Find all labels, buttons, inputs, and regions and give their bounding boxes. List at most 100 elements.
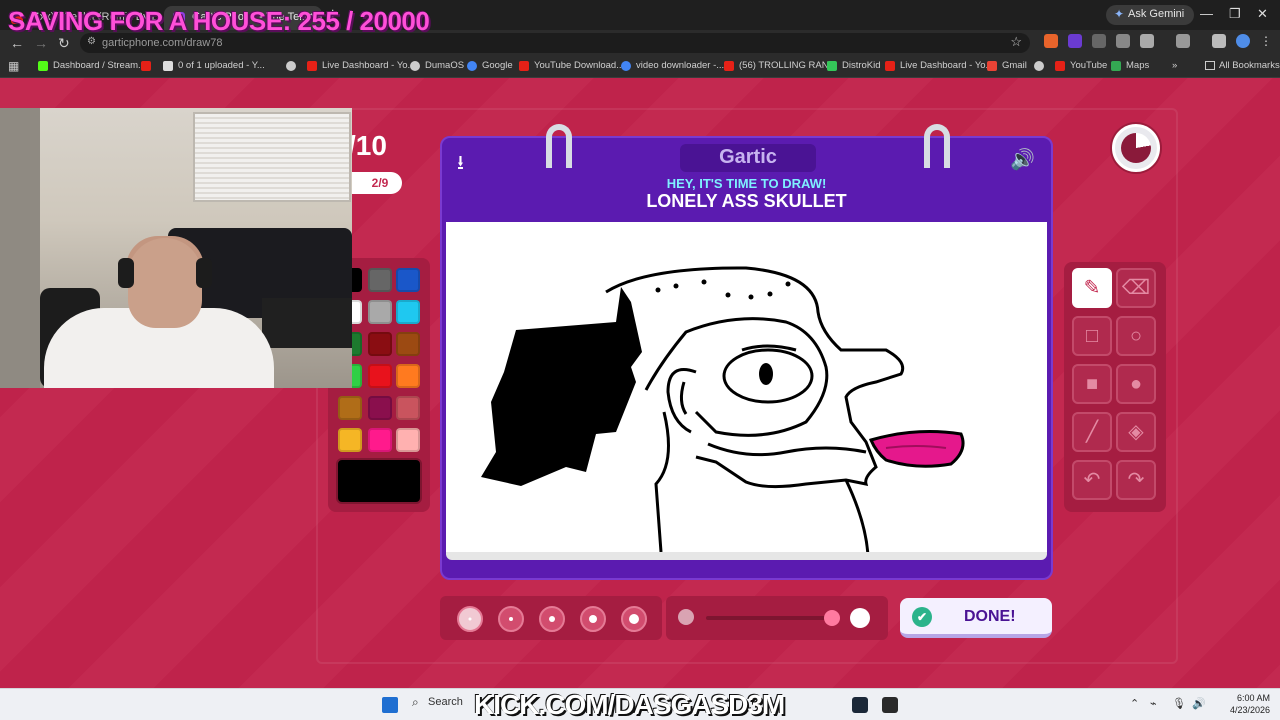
done-label: DONE! xyxy=(964,608,1016,625)
round-counter: /10 xyxy=(348,130,387,161)
bookmark-label: Dashboard / Stream... xyxy=(53,60,146,71)
bookmark-item[interactable]: DumaOS xyxy=(410,60,464,71)
opacity-knob[interactable] xyxy=(824,610,840,626)
more-bookmarks-icon[interactable]: » xyxy=(1172,60,1177,71)
color-swatch[interactable] xyxy=(368,428,392,452)
restore-icon[interactable]: ❐ xyxy=(1229,6,1241,22)
color-swatch[interactable] xyxy=(396,300,420,324)
bookmark-item[interactable]: Live Dashboard - Yo... xyxy=(307,60,415,71)
microphone-icon[interactable]: 🎙 xyxy=(1172,697,1186,710)
back-icon[interactable]: ← xyxy=(10,35,24,51)
bucket-icon[interactable]: ◈ xyxy=(1116,412,1156,452)
bookmark-item[interactable]: Google xyxy=(467,60,513,71)
pencil-icon[interactable]: ✎ xyxy=(1072,268,1112,308)
opacity-slider[interactable] xyxy=(666,596,888,640)
brush-size-2[interactable] xyxy=(498,606,524,632)
line-icon[interactable]: ╱ xyxy=(1072,412,1112,452)
bookmark-item[interactable]: DistroKid xyxy=(827,60,881,71)
search-label: Search xyxy=(428,696,463,708)
extension-icon[interactable] xyxy=(1044,34,1058,48)
taskbar-search[interactable]: ⌕ Search xyxy=(412,695,463,709)
sound-icon[interactable]: 🔊 xyxy=(1010,147,1035,172)
color-swatch[interactable] xyxy=(338,428,362,452)
forward-icon[interactable]: → xyxy=(34,35,48,51)
check-icon: ✔ xyxy=(912,607,932,627)
opacity-track[interactable] xyxy=(706,616,836,620)
binder-ring xyxy=(546,124,572,168)
webcam-overlay xyxy=(0,108,352,388)
site-info-icon[interactable]: ⚙ xyxy=(87,36,96,47)
bookmark-item[interactable]: Gmail xyxy=(987,60,1027,71)
apps-icon[interactable]: ▦ xyxy=(8,59,19,73)
bookmark-item[interactable]: 0 of 1 uploaded - Y... xyxy=(163,60,265,71)
bookmark-item[interactable]: Maps xyxy=(1111,60,1149,71)
ask-gemini-label: Ask Gemini xyxy=(1128,8,1185,20)
color-swatch[interactable] xyxy=(396,396,420,420)
circle-outline-icon[interactable]: ○ xyxy=(1116,316,1156,356)
windows-start-icon[interactable] xyxy=(382,697,398,713)
color-swatch[interactable] xyxy=(396,332,420,356)
bookmark-item[interactable]: video downloader -... xyxy=(621,60,724,71)
menu-icon[interactable]: ⋮ xyxy=(1260,34,1274,48)
current-color-preview xyxy=(336,458,422,504)
all-bookmarks-button[interactable]: All Bookmarks xyxy=(1205,60,1280,71)
minimize-icon[interactable]: — xyxy=(1200,6,1213,21)
redo-icon[interactable]: ↷ xyxy=(1116,460,1156,500)
bookmark-item[interactable]: YouTube xyxy=(1055,60,1107,71)
clock-date: 4/23/2026 xyxy=(1229,705,1270,715)
volume-icon[interactable]: 🔊 xyxy=(1192,697,1206,710)
bookmark-item[interactable]: (56) TROLLING RAN... xyxy=(724,60,837,71)
players-count: 2/9 xyxy=(350,172,402,194)
color-swatch[interactable] xyxy=(368,396,392,420)
bookmark-star-icon[interactable]: ☆ xyxy=(1010,34,1022,50)
bookmark-item[interactable]: Dashboard / Stream... xyxy=(38,60,146,71)
color-swatch[interactable] xyxy=(368,300,392,324)
bookmarks-bar: ▦ Dashboard / Stream... 0 of 1 uploaded … xyxy=(0,56,1280,78)
eraser-icon[interactable]: ⌫ xyxy=(1116,268,1156,308)
undo-icon[interactable]: ↶ xyxy=(1072,460,1112,500)
drawing-canvas[interactable] xyxy=(446,222,1047,560)
extension-icon[interactable] xyxy=(1068,34,1082,48)
color-swatch[interactable] xyxy=(396,268,420,292)
brush-size-selector xyxy=(440,596,662,640)
brush-size-5[interactable] xyxy=(621,606,647,632)
color-swatch[interactable] xyxy=(338,396,362,420)
rectangle-outline-icon[interactable]: □ xyxy=(1072,316,1112,356)
windows-taskbar: ⌕ Search KICK.COM/DASGASD3M ⌃ ⌁ 🎙 🔊 6:00 … xyxy=(0,688,1280,720)
opacity-max-icon xyxy=(850,608,870,628)
network-icon[interactable]: ⌁ xyxy=(1150,697,1157,710)
color-swatch[interactable] xyxy=(368,364,392,388)
steam-icon[interactable] xyxy=(852,697,868,713)
extension-icon[interactable] xyxy=(1116,34,1130,48)
rectangle-fill-icon[interactable]: ■ xyxy=(1072,364,1112,404)
circle-fill-icon[interactable]: ● xyxy=(1116,364,1156,404)
bookmark-label: YouTube Download... xyxy=(534,60,625,71)
bookmark-label: Google xyxy=(482,60,513,71)
close-window-icon[interactable]: ✕ xyxy=(1257,6,1268,22)
system-clock[interactable]: 6:00 AM 4/23/2026 xyxy=(1224,692,1270,716)
epic-games-icon[interactable] xyxy=(882,697,898,713)
ask-gemini-button[interactable]: ✦ Ask Gemini xyxy=(1106,5,1195,25)
sidepanel-icon[interactable] xyxy=(1176,34,1190,48)
color-swatch[interactable] xyxy=(396,364,420,388)
bookmark-item[interactable]: Live Dashboard - Yo... xyxy=(885,60,993,71)
color-swatch[interactable] xyxy=(368,332,392,356)
bookmark-item[interactable]: YouTube Download... xyxy=(519,60,624,71)
brush-size-1[interactable] xyxy=(457,606,483,632)
extensions-puzzle-icon[interactable] xyxy=(1140,34,1154,48)
kick-channel-overlay: KICK.COM/DASGASD3M xyxy=(474,689,785,720)
gemini-icon: ✦ xyxy=(1114,7,1125,21)
bookmark-label: (56) TROLLING RAN... xyxy=(739,60,837,71)
extension-icon[interactable] xyxy=(1092,34,1106,48)
download-icon[interactable] xyxy=(1212,34,1226,48)
tray-overflow-icon[interactable]: ⌃ xyxy=(1130,697,1139,710)
brush-size-4[interactable] xyxy=(580,606,606,632)
brush-size-3[interactable] xyxy=(539,606,565,632)
color-swatch[interactable] xyxy=(396,428,420,452)
done-button[interactable]: ✔ DONE! xyxy=(900,598,1052,638)
bookmark-label: YouTube xyxy=(1070,60,1108,71)
profile-avatar[interactable] xyxy=(1236,34,1250,48)
binder-ring xyxy=(924,124,950,168)
reload-icon[interactable]: ↻ xyxy=(58,35,70,52)
color-swatch[interactable] xyxy=(368,268,392,292)
